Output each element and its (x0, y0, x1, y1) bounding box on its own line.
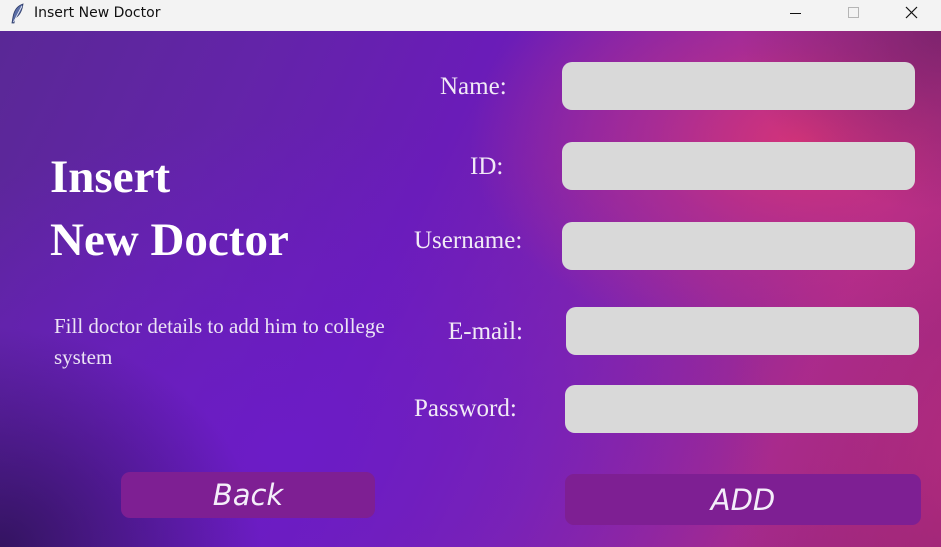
back-button[interactable]: Back (121, 472, 375, 518)
minimize-button[interactable] (766, 0, 824, 28)
title-bar: Insert New Doctor (0, 0, 941, 31)
id-label: ID: (470, 153, 504, 180)
page-description: Fill doctor details to add him to colleg… (54, 314, 385, 369)
name-label: Name: (440, 73, 507, 100)
feather-icon (10, 3, 26, 25)
close-button[interactable] (882, 0, 940, 28)
password-field[interactable] (565, 385, 918, 433)
page-title-line-2: New Doctor (50, 214, 289, 266)
name-field[interactable] (562, 62, 915, 110)
maximize-button[interactable] (824, 0, 882, 28)
page-title: Insert New Doctor (50, 146, 289, 272)
email-field[interactable] (566, 307, 919, 355)
minimize-icon (790, 13, 801, 14)
close-icon (905, 6, 918, 19)
maximize-icon (848, 7, 859, 18)
window-title: Insert New Doctor (34, 5, 161, 21)
form-panel: Insert New Doctor Fill doctor details to… (0, 31, 941, 547)
username-label: Username: (414, 227, 523, 254)
page-title-line-1: Insert (50, 151, 171, 203)
id-field[interactable] (562, 142, 915, 190)
password-label: Password: (414, 395, 517, 422)
username-field[interactable] (562, 222, 915, 270)
add-button[interactable]: ADD (565, 474, 921, 525)
email-label: E-mail: (448, 318, 523, 345)
